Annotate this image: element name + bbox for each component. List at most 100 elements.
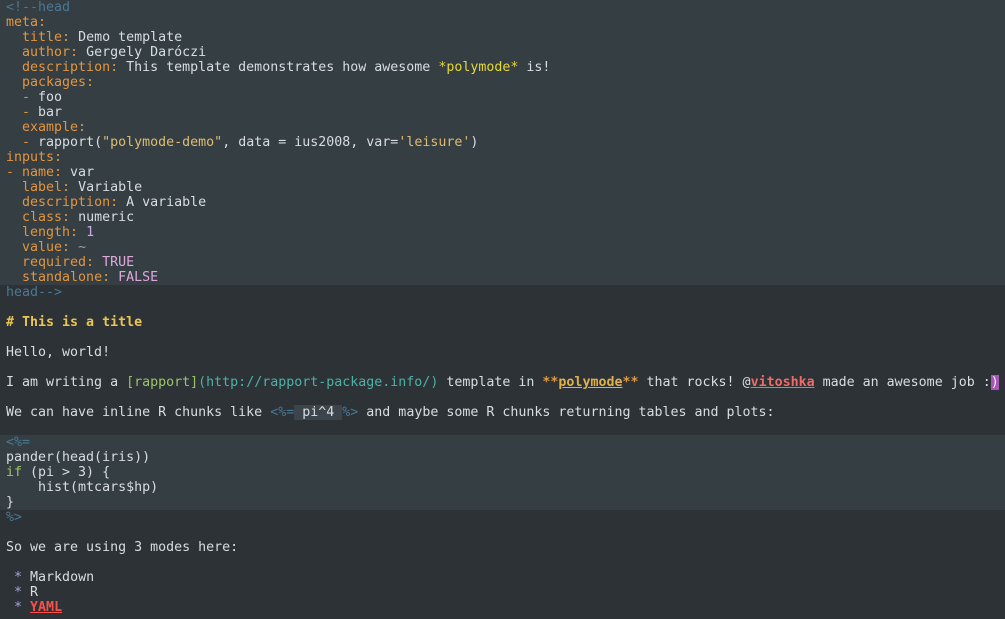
token-text: [94, 255, 102, 270]
token-key: -: [22, 105, 30, 120]
code-line: standalone: FALSE: [0, 270, 1005, 285]
token-text: and maybe some R chunks returning tables…: [358, 405, 774, 420]
code-line: <!--head: [0, 0, 1005, 15]
token-key: meta:: [6, 15, 46, 30]
token-text: [6, 75, 22, 90]
token-text: [6, 60, 22, 75]
token-kw: if: [6, 465, 22, 480]
token-text: }: [6, 495, 14, 510]
code-line: value: ~: [0, 240, 1005, 255]
code-line: * R: [0, 585, 1005, 600]
token-delim: head-->: [6, 285, 62, 300]
code-line: - bar: [0, 105, 1005, 120]
token-text: Markdown: [22, 570, 94, 585]
token-text: [6, 255, 22, 270]
token-text: [6, 120, 22, 135]
token-text: [6, 45, 22, 60]
token-redlink: YAML: [30, 600, 62, 615]
code-line: [0, 330, 1005, 345]
code-line: packages:: [0, 75, 1005, 90]
token-delim: <!--head: [6, 0, 70, 15]
code-line: [0, 525, 1005, 540]
token-key: -: [22, 135, 30, 150]
token-key: description:: [22, 195, 118, 210]
token-text: [6, 105, 22, 120]
token-text: [6, 270, 22, 285]
editor-buffer[interactable]: <!--headmeta: title: Demo template autho…: [0, 0, 1005, 619]
code-line: author: Gergely Daróczi: [0, 45, 1005, 60]
token-text: is!: [518, 60, 550, 75]
token-text: Variable: [70, 180, 142, 195]
token-delim: %>: [342, 405, 358, 420]
token-text: [6, 180, 22, 195]
token-emph: *polymode*: [438, 60, 518, 75]
token-key: value:: [22, 240, 70, 255]
token-bmark: **: [622, 375, 638, 390]
token-str: "polymode-demo": [102, 135, 222, 150]
token-text: [6, 135, 22, 150]
token-text: [78, 225, 86, 240]
code-line: label: Variable: [0, 180, 1005, 195]
token-heading: # This is a title: [6, 315, 142, 330]
token-bullet: *: [14, 570, 22, 585]
token-key: title:: [22, 30, 70, 45]
token-text: [6, 90, 22, 105]
text-cursor: ): [991, 375, 999, 390]
token-ichunk: pi^4: [294, 405, 342, 420]
token-bool: TRUE: [102, 255, 134, 270]
token-key: description:: [22, 60, 118, 75]
token-key: - name:: [6, 165, 62, 180]
code-line: So we are using 3 modes here:: [0, 540, 1005, 555]
code-line: class: numeric: [0, 210, 1005, 225]
code-line: We can have inline R chunks like <%= pi^…: [0, 405, 1005, 420]
token-text: [6, 600, 14, 615]
token-text: var: [62, 165, 94, 180]
token-text: made an awesome job :: [815, 375, 991, 390]
token-url: (http://rapport-package.info/): [198, 375, 438, 390]
token-bmark: **: [542, 375, 558, 390]
token-blink: polymode: [558, 375, 622, 390]
token-text: (pi > 3) {: [22, 465, 110, 480]
token-text: Demo template: [70, 30, 182, 45]
token-text: pander(head(iris)): [6, 450, 150, 465]
token-text: A variable: [118, 195, 206, 210]
code-line: title: Demo template: [0, 30, 1005, 45]
token-key: required:: [22, 255, 94, 270]
token-text: I am writing a: [6, 375, 126, 390]
code-line: * Markdown: [0, 570, 1005, 585]
token-text: R: [22, 585, 38, 600]
token-text: that rocks! @: [638, 375, 750, 390]
code-line: length: 1: [0, 225, 1005, 240]
token-text: [6, 30, 22, 45]
token-text: Hello, world!: [6, 345, 110, 360]
token-num: 1: [86, 225, 94, 240]
token-text: hist(mtcars$hp): [6, 480, 158, 495]
token-bullet: *: [14, 600, 22, 615]
token-mention: vitoshka: [751, 375, 815, 390]
code-line: hist(mtcars$hp): [0, 480, 1005, 495]
code-line: - name: var: [0, 165, 1005, 180]
code-line: head-->: [0, 285, 1005, 300]
token-key: example:: [22, 120, 86, 135]
token-key: label:: [22, 180, 70, 195]
token-text: [110, 270, 118, 285]
code-line: description: A variable: [0, 195, 1005, 210]
token-delim: <%=: [6, 435, 30, 450]
code-line: pander(head(iris)): [0, 450, 1005, 465]
token-green: [rapport]: [126, 375, 198, 390]
code-line: if (pi > 3) {: [0, 465, 1005, 480]
token-delim: %>: [6, 510, 22, 525]
token-text: , data = ius2008, var=: [222, 135, 398, 150]
token-text: ): [470, 135, 478, 150]
token-key: -: [22, 90, 30, 105]
token-key: length:: [22, 225, 78, 240]
token-key: author:: [22, 45, 78, 60]
token-text: [6, 570, 14, 585]
code-line: # This is a title: [0, 315, 1005, 330]
code-line: <%=: [0, 435, 1005, 450]
code-line: meta:: [0, 15, 1005, 30]
token-text: So we are using 3 modes here:: [6, 540, 238, 555]
token-text: rapport(: [30, 135, 102, 150]
token-text: [70, 240, 78, 255]
token-text: [6, 210, 22, 225]
